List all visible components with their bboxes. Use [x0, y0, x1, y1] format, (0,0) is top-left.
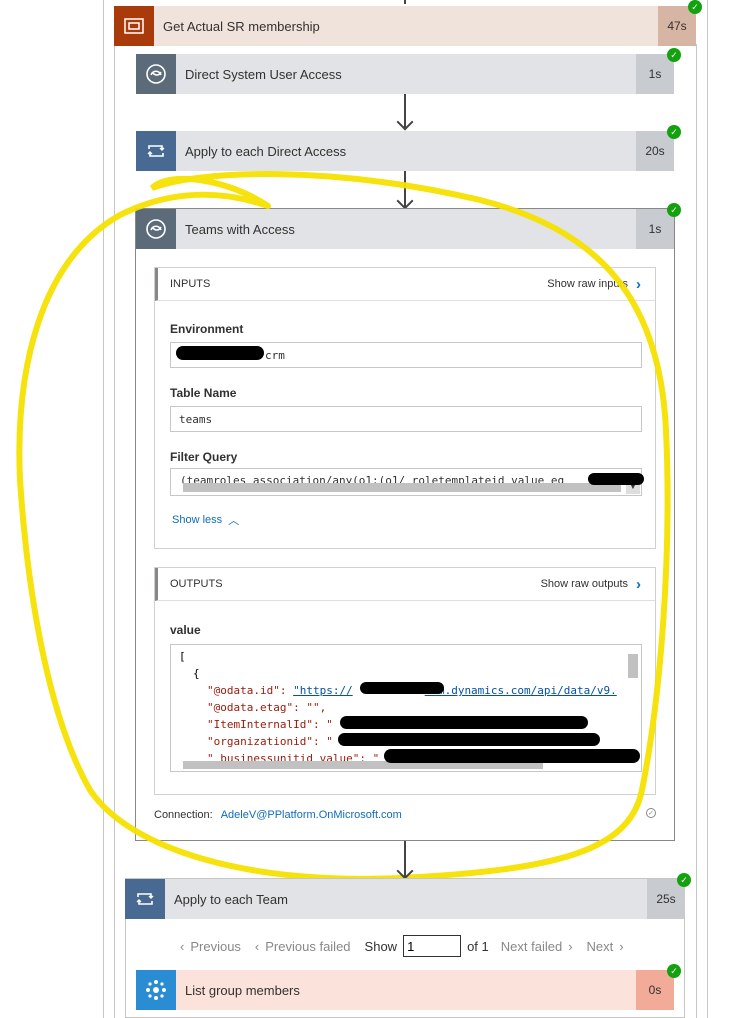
- chevron-right-icon: ›: [568, 938, 573, 954]
- next-button[interactable]: Next: [587, 939, 614, 954]
- iteration-pager: ‹ Previous ‹ Previous failed Show of 1 N…: [180, 933, 624, 959]
- chevron-left-icon: ‹: [254, 938, 260, 954]
- step-title: Apply to each Team: [174, 891, 288, 907]
- step-list-group-members[interactable]: List group members 0s: [136, 970, 674, 1010]
- highlight-annotation: [16, 171, 671, 882]
- page-number-input[interactable]: [403, 935, 462, 957]
- step-apply-to-each-team[interactable]: Apply to each Team 25s: [125, 879, 685, 919]
- success-check-icon: ✓: [677, 873, 691, 887]
- previous-button[interactable]: Previous: [190, 939, 241, 954]
- show-label: Show: [364, 938, 398, 954]
- group-members-icon: [136, 970, 176, 1010]
- chevron-right-icon: ›: [619, 938, 624, 954]
- chevron-left-icon: ‹: [180, 938, 185, 954]
- loop-icon: [125, 879, 165, 919]
- step-title: List group members: [185, 982, 300, 998]
- next-failed-button[interactable]: Next failed: [501, 939, 562, 954]
- page-count: of 1: [467, 938, 489, 954]
- previous-failed-button[interactable]: Previous failed: [265, 939, 350, 954]
- success-check-icon: ✓: [667, 964, 681, 978]
